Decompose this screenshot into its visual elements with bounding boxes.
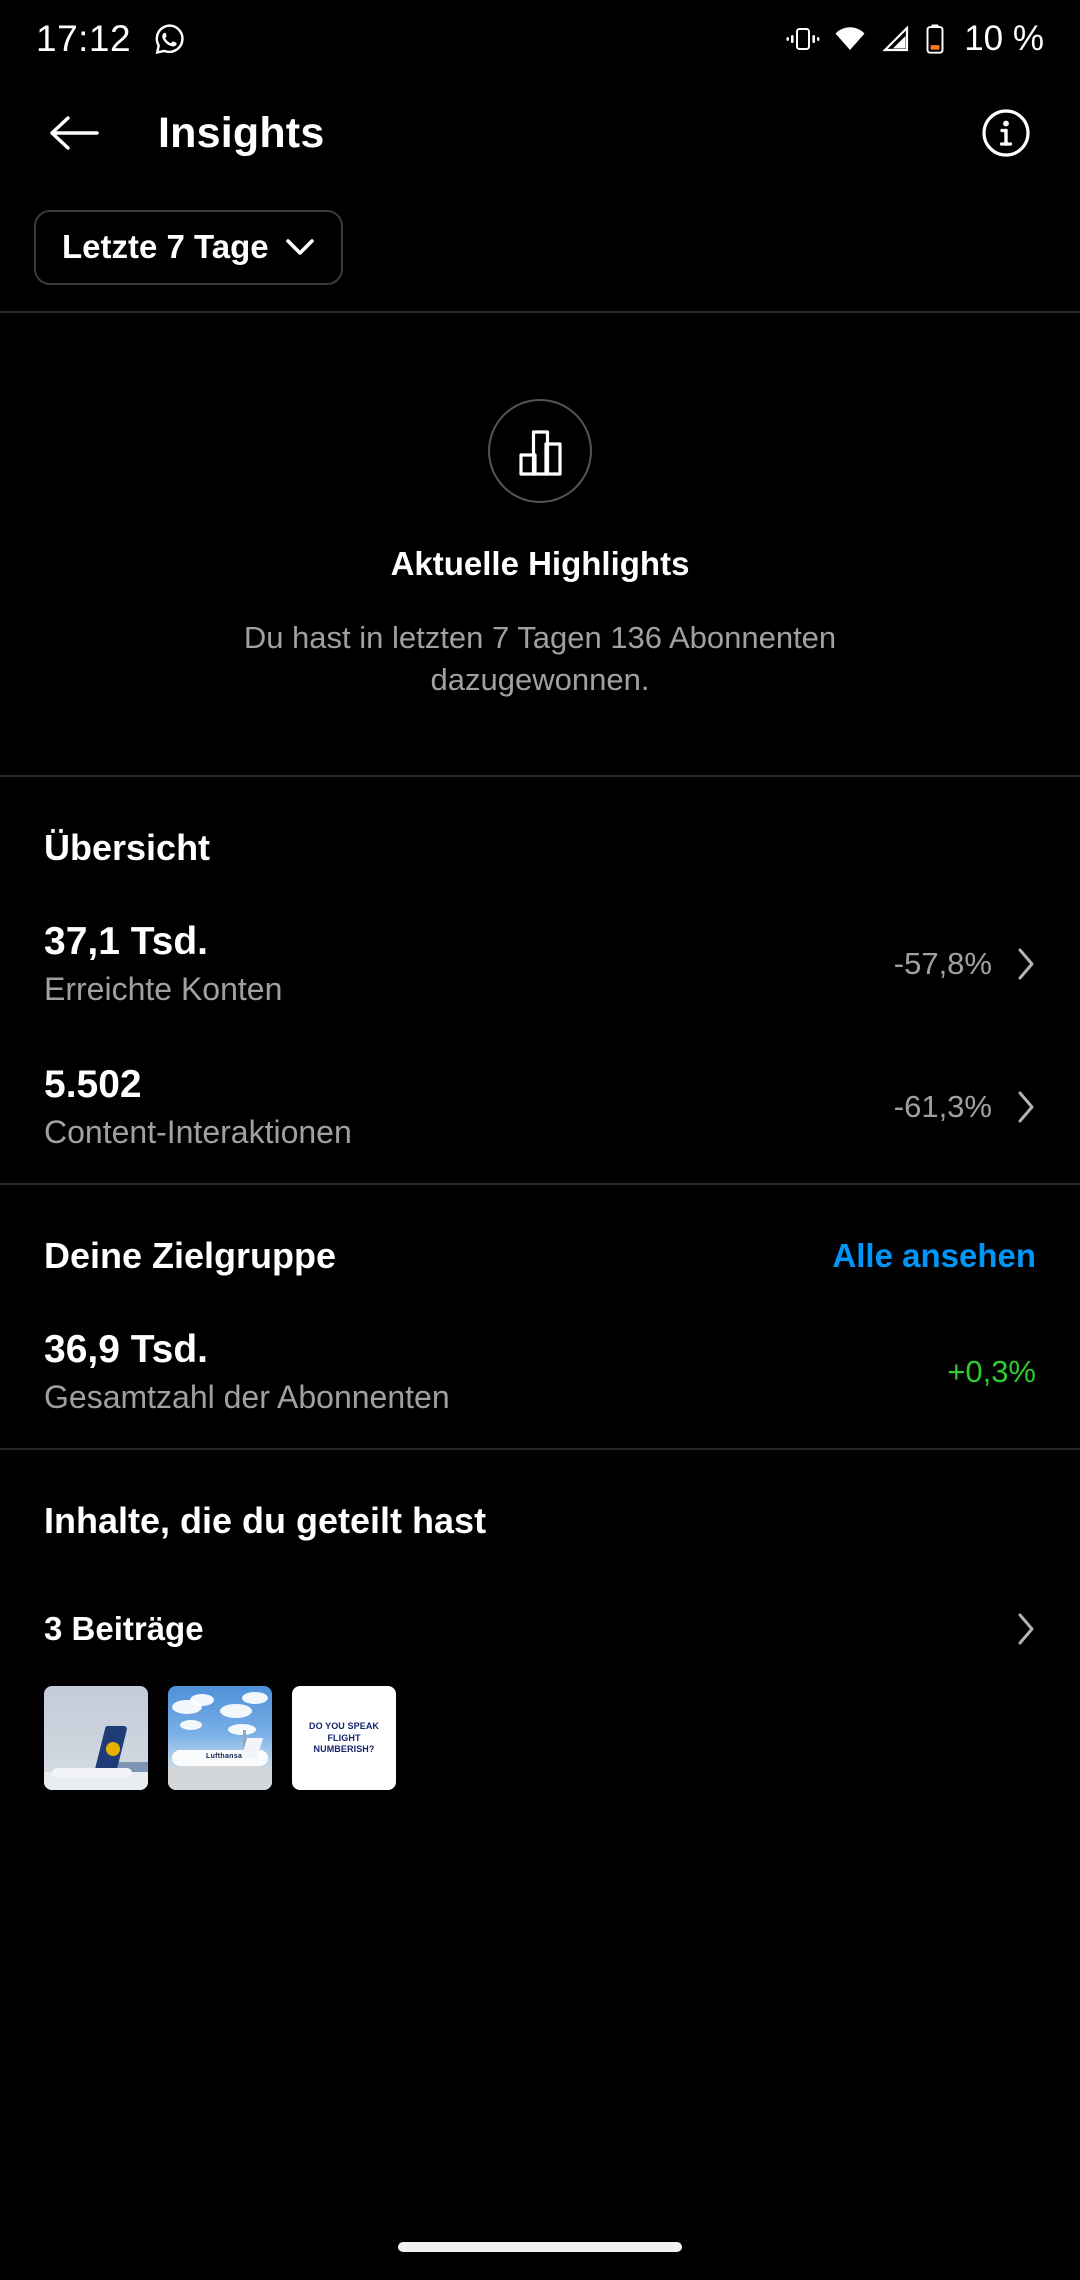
battery-icon <box>924 24 946 54</box>
home-indicator[interactable] <box>398 2242 682 2252</box>
shared-content-section: Inhalte, die du geteilt hast 3 Beiträge <box>0 1450 1080 1791</box>
back-arrow-icon <box>47 111 101 155</box>
battery-percent-label: 10 % <box>964 19 1044 58</box>
info-circle-icon <box>980 107 1032 159</box>
app-header: Insights <box>0 78 1080 188</box>
metric-label: Gesamtzahl der Abonnenten <box>44 1378 450 1415</box>
metric-text-group: 36,9 Tsd. Gesamtzahl der Abonnenten <box>44 1327 450 1416</box>
highlights-title: Aktuelle Highlights <box>390 545 690 582</box>
metric-delta: +0,3% <box>947 1353 1036 1389</box>
metric-label: Content-Interaktionen <box>44 1113 352 1150</box>
thumbnail-caption: DO YOU SPEAK FLIGHT NUMBERISH? <box>308 1720 380 1755</box>
metric-right-group: -61,3% <box>894 1089 1036 1125</box>
posts-count-label: 3 Beiträge <box>44 1610 204 1648</box>
current-highlights-card: Aktuelle Highlights Du hast in letzten 7… <box>0 313 1080 775</box>
vibrate-icon <box>786 26 820 52</box>
post-thumbnail-3[interactable]: DO YOU SPEAK FLIGHT NUMBERISH? <box>292 1686 396 1791</box>
status-bar-right: 10 % <box>786 19 1044 59</box>
cellular-signal-icon <box>880 26 910 52</box>
wifi-icon <box>834 26 866 52</box>
thumb-decor <box>228 1724 256 1736</box>
thumb-decor <box>168 1766 272 1791</box>
metric-text-group: 37,1 Tsd. Erreichte Konten <box>44 919 282 1008</box>
date-filter-row: Letzte 7 Tage <box>0 188 1080 311</box>
metric-value: 37,1 Tsd. <box>44 920 209 964</box>
post-thumbnail-list: Lufthansa DO YOU SPEAK FLIGHT NUMBERISH? <box>44 1676 1036 1791</box>
back-button[interactable] <box>38 97 110 169</box>
posts-row[interactable]: 3 Beiträge <box>44 1570 1036 1676</box>
status-bar: 17:12 10 % <box>0 0 1080 78</box>
metric-value: 36,9 Tsd. <box>44 1328 209 1372</box>
overview-header: Übersicht <box>44 777 1036 897</box>
highlights-description: Du hast in letzten 7 Tagen 136 Abonnente… <box>243 620 837 698</box>
thumbnail-caption: Lufthansa <box>206 1753 243 1761</box>
metric-right-group: -57,8% <box>894 946 1036 982</box>
post-thumbnail-1[interactable] <box>44 1686 148 1791</box>
thumb-decor <box>242 1692 268 1705</box>
shared-content-title: Inhalte, die du geteilt hast <box>44 1500 487 1542</box>
metric-label: Erreichte Konten <box>44 970 283 1007</box>
whatsapp-icon <box>153 22 187 56</box>
metric-delta: -61,3% <box>893 1088 992 1124</box>
thumb-decor <box>190 1694 214 1707</box>
metric-row-content-interactions[interactable]: 5.502 Content-Interaktionen -61,3% <box>44 1040 1036 1183</box>
metric-row-accounts-reached[interactable]: 37,1 Tsd. Erreichte Konten -57,8% <box>44 897 1036 1040</box>
thumb-decor <box>180 1720 202 1731</box>
info-button[interactable] <box>978 105 1034 161</box>
metric-row-total-followers[interactable]: 36,9 Tsd. Gesamtzahl der Abonnenten +0,3… <box>44 1305 1036 1448</box>
metric-right-group: +0,3% <box>947 1354 1036 1390</box>
overview-title: Übersicht <box>44 827 211 869</box>
page-title: Insights <box>158 108 325 157</box>
date-range-label: Letzte 7 Tage <box>62 228 269 265</box>
status-bar-clock: 17:12 <box>36 18 132 59</box>
shared-content-header: Inhalte, die du geteilt hast <box>44 1450 1036 1570</box>
chevron-right-icon <box>1016 1612 1036 1646</box>
metric-value: 5.502 <box>44 1063 142 1107</box>
audience-section: Deine Zielgruppe Alle ansehen 36,9 Tsd. … <box>0 1185 1080 1448</box>
metric-delta: -57,8% <box>893 945 992 981</box>
chevron-right-icon <box>1016 947 1036 981</box>
chevron-right-icon <box>1016 1090 1036 1124</box>
date-range-dropdown[interactable]: Letzte 7 Tage <box>34 210 343 285</box>
overview-section: Übersicht 37,1 Tsd. Erreichte Konten -57… <box>0 777 1080 1183</box>
status-bar-left: 17:12 <box>36 18 187 60</box>
audience-header: Deine Zielgruppe Alle ansehen <box>44 1185 1036 1305</box>
post-thumbnail-2[interactable]: Lufthansa <box>168 1686 272 1791</box>
metric-text-group: 5.502 Content-Interaktionen <box>44 1062 352 1151</box>
insights-screen: 17:12 10 % Insights Letzte 7 Tage Aktuel… <box>0 0 1080 2280</box>
chevron-down-icon <box>285 237 315 257</box>
thumb-decor <box>52 1768 132 1779</box>
bar-chart-icon <box>511 422 569 480</box>
thumb-decor <box>220 1704 252 1719</box>
audience-title: Deine Zielgruppe <box>44 1235 337 1277</box>
bar-chart-icon-wrapper <box>488 399 592 503</box>
view-all-link[interactable]: Alle ansehen <box>832 1237 1036 1275</box>
